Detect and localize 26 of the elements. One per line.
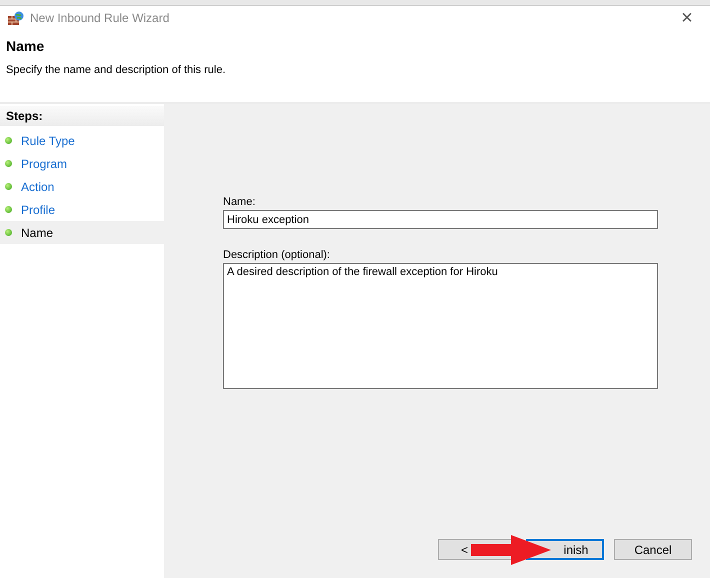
description-label: Description (optional): [223, 249, 331, 261]
step-link[interactable]: Name [21, 226, 54, 240]
step-item[interactable]: Program [0, 152, 164, 175]
cancel-button[interactable]: Cancel [614, 539, 692, 560]
step-item[interactable]: Profile [0, 198, 164, 221]
step-link[interactable]: Rule Type [21, 134, 75, 148]
name-label: Name: [223, 196, 256, 208]
step-item[interactable]: Name [0, 221, 164, 244]
window-title: New Inbound Rule Wizard [30, 11, 170, 25]
step-link[interactable]: Profile [21, 202, 56, 216]
step-status-icon [5, 206, 12, 213]
page-subtitle: Specify the name and description of this rule. [6, 64, 227, 76]
step-status-icon [5, 160, 12, 167]
step-status-icon [5, 137, 12, 144]
name-field[interactable]: Hiroku exception [223, 210, 658, 229]
firewall-icon [8, 11, 24, 25]
step-link[interactable]: Program [21, 156, 68, 170]
description-field[interactable]: A desired description of the firewall exception for Hiroku [223, 263, 658, 389]
page-title: Name [6, 38, 46, 54]
step-link[interactable]: Action [21, 180, 54, 194]
step-status-icon [5, 229, 12, 236]
steps-heading: Steps: [0, 106, 164, 126]
step-item[interactable]: Rule Type [0, 129, 164, 152]
step-status-icon [5, 183, 12, 190]
step-item[interactable]: Action [0, 175, 164, 198]
close-button[interactable]: × [672, 6, 702, 30]
